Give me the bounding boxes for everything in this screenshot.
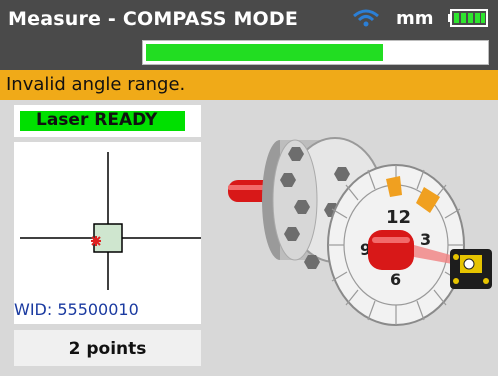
wifi-icon xyxy=(353,9,379,27)
laser-status: Laser READY xyxy=(14,105,201,137)
unit-label: mm xyxy=(396,8,434,29)
laser-spot-icon xyxy=(91,236,101,246)
status-bar: Invalid angle range. xyxy=(0,70,498,100)
measurement-progress-bar xyxy=(142,40,489,65)
title-bar: Measure - COMPASS MODE mm xyxy=(0,0,498,70)
right-shaft xyxy=(368,230,414,270)
compass-number-6: 6 xyxy=(390,270,401,289)
crosshair-target xyxy=(20,152,201,290)
laser-status-label: Laser READY xyxy=(36,110,158,130)
status-message: Invalid angle range. xyxy=(6,74,186,95)
points-button[interactable]: 2 points xyxy=(14,330,201,366)
progress-fill xyxy=(146,44,383,61)
target-panel[interactable] xyxy=(14,142,201,324)
sensor-unit-icon xyxy=(450,249,492,289)
wid-label: WID: 55500010 xyxy=(14,300,139,319)
compass-number-12: 12 xyxy=(386,207,411,228)
battery-icon xyxy=(448,9,488,27)
screen-title: Measure - COMPASS MODE xyxy=(8,8,299,30)
shaft-compass-illustration: 12 3 6 9 xyxy=(228,137,492,326)
points-label: 2 points xyxy=(68,339,147,359)
compass-number-3: 3 xyxy=(420,230,431,249)
